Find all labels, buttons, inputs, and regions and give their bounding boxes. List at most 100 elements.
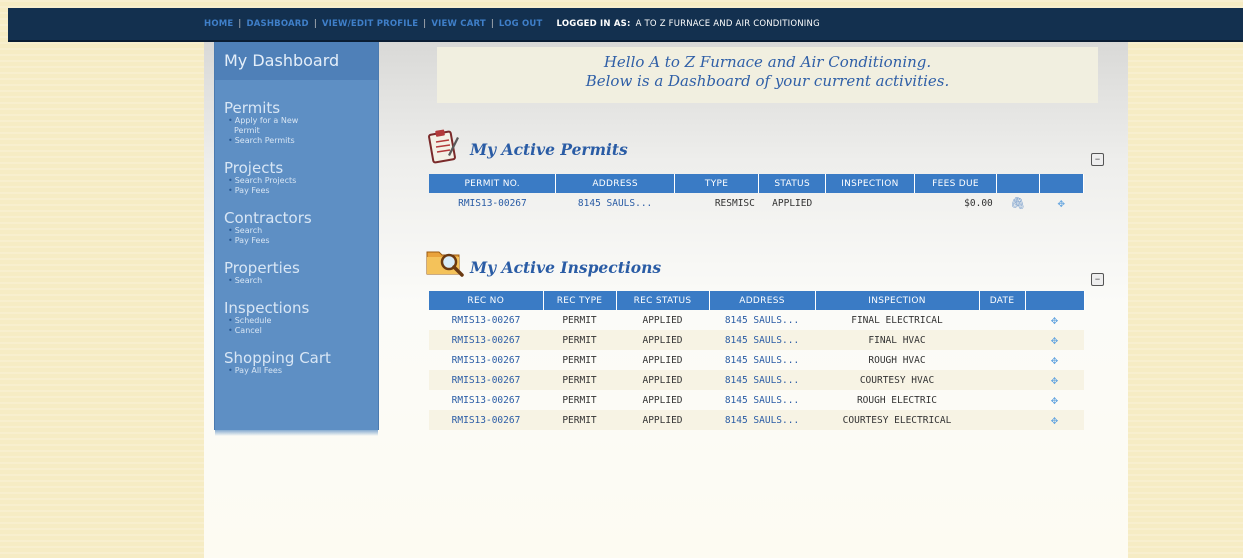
move-icon[interactable]: ✥: [1051, 353, 1058, 367]
rec-type: PERMIT: [562, 394, 597, 406]
sidebar-section-inspections: Inspections • Schedule • Cancel: [215, 300, 378, 336]
table-row: RMIS13-00267 PERMIT APPLIED 8145 SAULS..…: [429, 310, 1084, 330]
sidebar-link-search-projects[interactable]: • Search Projects: [224, 176, 378, 186]
move-icon[interactable]: ✥: [1051, 393, 1058, 407]
table-header-row: REC NO REC TYPE REC STATUS ADDRESS INSPE…: [429, 291, 1085, 310]
permits-collapse-button[interactable]: −: [1091, 153, 1104, 166]
permit-no-link[interactable]: RMIS13-00267: [429, 193, 556, 213]
address-link[interactable]: 8145 SAULS...: [709, 310, 815, 330]
move-cell: ✥: [1039, 193, 1083, 213]
nav-profile-link[interactable]: VIEW/EDIT PROFILE: [322, 19, 418, 29]
move-cell: ✥: [1025, 350, 1084, 370]
rec-type: PERMIT: [543, 410, 616, 430]
sidebar-link-pay-fees-contractors[interactable]: • Pay Fees: [224, 236, 378, 246]
table-row: RMIS13-00267 PERMIT APPLIED 8145 SAULS..…: [429, 410, 1084, 430]
address-link[interactable]: 8145 SAULS...: [556, 193, 674, 213]
magnifier-folder-icon: [426, 251, 464, 277]
greeting-banner: Hello A to Z Furnace and Air Conditionin…: [437, 47, 1098, 103]
rec-status: APPLIED: [642, 394, 683, 406]
address-link[interactable]: 8145 SAULS...: [709, 410, 815, 430]
address-link[interactable]: 8145 SAULS...: [709, 330, 815, 350]
sidebar-link-pay-fees-projects[interactable]: • Pay Fees: [224, 186, 378, 196]
column-header[interactable]: REC TYPE: [543, 291, 617, 310]
logged-in-label: LOGGED IN AS:: [556, 19, 631, 29]
sidebar-link-search-properties[interactable]: • Search: [224, 276, 378, 286]
rec-no-link[interactable]: RMIS13-00267: [429, 390, 543, 410]
column-header[interactable]: REC STATUS: [616, 291, 710, 310]
rec-type: PERMIT: [562, 314, 597, 326]
sidebar-heading-inspections: Inspections: [224, 299, 310, 317]
inspection-name: COURTESY HVAC: [815, 370, 979, 390]
column-header[interactable]: ADDRESS: [555, 174, 675, 193]
move-icon[interactable]: ✥: [1051, 313, 1058, 327]
inspection-date: [979, 370, 1025, 390]
column-header[interactable]: FEES DUE: [914, 174, 998, 193]
column-header: [996, 174, 1040, 193]
column-header: [1025, 291, 1085, 310]
column-header[interactable]: INSPECTION: [815, 291, 980, 310]
rec-no-link[interactable]: RMIS13-00267: [429, 410, 543, 430]
sidebar-link-search-contractors[interactable]: • Search: [224, 226, 378, 236]
top-nav: HOME | DASHBOARD | VIEW/EDIT PROFILE | V…: [204, 8, 820, 40]
column-header[interactable]: TYPE: [674, 174, 760, 193]
move-icon[interactable]: ✥: [1051, 413, 1058, 427]
inspection-date: [979, 350, 1025, 370]
sidebar-section-shopping-cart: Shopping Cart • Pay All Fees: [215, 350, 378, 376]
sidebar-link-pay-all-fees[interactable]: • Pay All Fees: [224, 366, 378, 376]
sidebar-section-contractors: Contractors • Search • Pay Fees: [215, 210, 378, 246]
column-header[interactable]: INSPECTION: [825, 174, 915, 193]
move-cell: ✥: [1025, 330, 1084, 350]
move-icon[interactable]: ✥: [1051, 373, 1058, 387]
rec-type: PERMIT: [543, 370, 616, 390]
sidebar-link-cancel[interactable]: • Cancel: [224, 326, 378, 336]
address-link[interactable]: 8145 SAULS...: [709, 350, 815, 370]
bullet-icon: •: [228, 326, 233, 335]
rec-no-link[interactable]: RMIS13-00267: [429, 350, 543, 370]
greeting-line-1: Hello A to Z Furnace and Air Conditionin…: [603, 53, 932, 71]
inspection-date: [979, 330, 1025, 350]
sidebar-heading-permits: Permits: [224, 99, 281, 117]
inspections-collapse-button[interactable]: −: [1091, 273, 1104, 286]
sidebar-link-search-permits[interactable]: • Search Permits: [224, 136, 378, 146]
sidebar-section-permits: Permits • Apply for a New Permit • Search P…: [215, 100, 378, 146]
rec-no-link[interactable]: RMIS13-00267: [429, 310, 543, 330]
bullet-icon: •: [228, 316, 233, 325]
rec-status: APPLIED: [616, 410, 709, 430]
inspection-name: ROUGH ELECTRIC: [856, 394, 938, 406]
nav-logout-link[interactable]: LOG OUT: [499, 19, 543, 29]
sidebar-link-schedule[interactable]: • Schedule: [224, 316, 378, 326]
table-header-row: PERMIT NO. ADDRESS TYPE STATUS INSPECTIO…: [429, 174, 1085, 193]
sidebar-link-apply-permit[interactable]: • Apply for a New Permit: [224, 116, 378, 136]
paperclip-icon[interactable]: 🖇: [1010, 196, 1025, 210]
inspection-name: COURTESY ELECTRICAL: [815, 410, 979, 430]
address-link[interactable]: 8145 SAULS...: [709, 370, 815, 390]
attach-cell: 🖇: [997, 193, 1039, 213]
column-header[interactable]: ADDRESS: [709, 291, 816, 310]
move-icon[interactable]: ✥: [1058, 196, 1065, 210]
sidebar-section-properties: Properties • Search: [215, 260, 378, 286]
nav-cart-link[interactable]: VIEW CART: [431, 19, 485, 29]
fees-due: $0.00: [964, 197, 993, 209]
rec-no-link[interactable]: RMIS13-00267: [429, 370, 543, 390]
sidebar-heading-shopping-cart: Shopping Cart: [224, 349, 331, 367]
bullet-icon: •: [228, 366, 233, 375]
nav-home-link[interactable]: HOME: [204, 19, 233, 29]
sidebar-heading-projects: Projects: [224, 159, 284, 177]
bullet-icon: •: [228, 226, 233, 235]
move-cell: ✥: [1025, 410, 1084, 430]
column-header[interactable]: REC NO: [429, 291, 544, 310]
move-icon[interactable]: ✥: [1051, 333, 1058, 347]
rec-no-link[interactable]: RMIS13-00267: [429, 330, 543, 350]
address-link[interactable]: 8145 SAULS...: [709, 390, 815, 410]
column-header[interactable]: DATE: [979, 291, 1026, 310]
sidebar: My Dashboard Permits • Apply for a New Per…: [214, 42, 379, 436]
nav-separator: |: [313, 19, 317, 29]
nav-dashboard-link[interactable]: DASHBOARD: [246, 19, 308, 29]
column-header[interactable]: PERMIT NO.: [429, 174, 557, 193]
nav-separator: |: [238, 19, 242, 29]
move-cell: ✥: [1025, 370, 1084, 390]
sidebar-heading-contractors: Contractors: [224, 209, 312, 227]
column-header[interactable]: STATUS: [758, 174, 826, 193]
inspections-table: REC NO REC TYPE REC STATUS ADDRESS INSPE…: [429, 291, 1085, 430]
nav-separator: |: [490, 19, 494, 29]
